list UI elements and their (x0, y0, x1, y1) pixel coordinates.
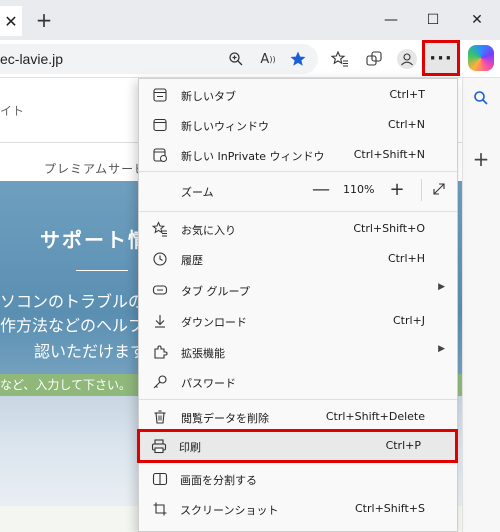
profile-icon[interactable] (395, 47, 419, 71)
menu-item-shortcut: Ctrl+Shift+O (353, 222, 425, 235)
url-text[interactable]: ec-lavie.jp (0, 51, 63, 67)
menu-item-shortcut: Ctrl+Shift+N (353, 148, 425, 161)
new-tab-button[interactable]: + (32, 8, 56, 32)
minimize-button[interactable]: — (376, 8, 406, 32)
new-tab-icon (151, 86, 169, 104)
menu-item-clear-browsing-data[interactable]: 閲覧データを削除 Ctrl+Shift+Delete (139, 402, 457, 432)
menu-item-split-screen[interactable]: 画面を分割する (139, 464, 457, 494)
menu-item-shortcut: Ctrl+Shift+Delete (325, 410, 425, 423)
hero-text-line2: 作方法などのヘルプ (0, 316, 145, 335)
menu-item-label: 閲覧データを削除 (181, 412, 269, 425)
zoom-level: 110% (343, 183, 375, 196)
screenshot-icon (151, 500, 169, 518)
site-header-text: イト (0, 104, 25, 118)
menu-item-label: 履歴 (181, 254, 203, 267)
menu-item-shortcut: Ctrl+H (387, 252, 425, 265)
settings-and-more-button[interactable]: ··· (422, 40, 460, 76)
menu-item-new-tab[interactable]: 新しいタブ Ctrl+T (139, 80, 457, 110)
favorite-star-icon[interactable] (286, 47, 310, 71)
history-icon (151, 250, 169, 268)
menu-item-shortcut: Ctrl+P (385, 439, 421, 452)
search-icon[interactable] (469, 86, 493, 110)
copilot-icon[interactable] (468, 45, 494, 71)
menu-item-inprivate[interactable]: 新しい InPrivate ウィンドウ Ctrl+Shift+N (139, 140, 457, 170)
download-icon (151, 312, 169, 330)
zoom-in-button[interactable]: + (385, 177, 409, 201)
menu-item-screenshot[interactable]: スクリーンショット Ctrl+Shift+S (139, 494, 457, 524)
read-aloud-icon[interactable]: A)) (256, 47, 280, 71)
menu-divider (139, 211, 457, 212)
favorites-icon[interactable] (328, 47, 352, 71)
print-icon (150, 437, 168, 455)
menu-item-shortcut: Ctrl+T (389, 88, 425, 101)
menu-item-print[interactable]: 印刷 Ctrl+P (137, 429, 458, 463)
hero-title: サポート情 (40, 228, 150, 252)
menu-item-new-window[interactable]: 新しいウィンドウ Ctrl+N (139, 110, 457, 140)
site-nav-text[interactable]: プレミアムサービ (44, 160, 147, 177)
zoom-icon[interactable] (224, 47, 248, 71)
collections-icon[interactable] (362, 47, 386, 71)
menu-item-label: 新しい InPrivate ウィンドウ (181, 150, 325, 163)
chevron-right-icon: ▶ (438, 282, 445, 292)
key-icon (151, 373, 169, 391)
hero-text-line3: 認いただけます (34, 342, 147, 361)
tab-groups-icon (151, 281, 169, 299)
menu-item-label: 新しいタブ (181, 90, 236, 103)
menu-item-label: パスワード (181, 377, 236, 390)
menu-item-label: タブ グループ (181, 285, 250, 298)
menu-item-favorites[interactable]: お気に入り Ctrl+Shift+O (139, 214, 457, 244)
extensions-icon (151, 343, 169, 361)
zoom-divider (421, 179, 422, 201)
split-screen-icon (151, 470, 169, 488)
menu-item-label: ダウンロード (181, 316, 247, 329)
search-hint-text[interactable]: など、入力して下さい。 (0, 376, 131, 393)
chevron-right-icon: ▶ (438, 344, 445, 354)
menu-item-shortcut: Ctrl+J (392, 314, 425, 327)
menu-item-extensions[interactable]: 拡張機能 ▶ (139, 337, 457, 367)
trash-icon (151, 408, 169, 426)
hero-divider (76, 270, 128, 271)
tab-close-button[interactable]: ✕ (0, 6, 22, 36)
add-sidebar-app-icon[interactable]: + (469, 147, 493, 171)
menu-item-history[interactable]: 履歴 Ctrl+H (139, 244, 457, 274)
menu-divider (139, 399, 457, 400)
favorites-icon (151, 220, 169, 238)
menu-item-tab-groups[interactable]: タブ グループ ▶ (139, 275, 457, 305)
close-window-button[interactable]: ✕ (462, 8, 492, 32)
hero-text-line1: ソコンのトラブルの (0, 292, 145, 311)
title-bar: ✕ + — ☐ ✕ (0, 0, 500, 40)
menu-item-label: スクリーンショット (180, 504, 279, 517)
menu-divider (139, 171, 457, 172)
menu-item-label: お気に入り (181, 224, 236, 237)
menu-item-downloads[interactable]: ダウンロード Ctrl+J (139, 306, 457, 336)
menu-item-label: 印刷 (179, 441, 201, 454)
menu-item-passwords[interactable]: パスワード (139, 367, 457, 397)
menu-item-shortcut: Ctrl+N (387, 118, 425, 131)
maximize-button[interactable]: ☐ (418, 8, 448, 32)
new-window-icon (151, 116, 169, 134)
menu-item-zoom: ズーム (139, 176, 457, 208)
menu-item-label: ズーム (181, 186, 214, 199)
zoom-out-button[interactable]: — (309, 177, 333, 201)
fullscreen-icon[interactable] (427, 177, 451, 201)
menu-item-shortcut: Ctrl+Shift+S (355, 502, 425, 515)
inprivate-icon (151, 146, 169, 164)
menu-item-label: 拡張機能 (181, 347, 225, 360)
menu-item-label: 新しいウィンドウ (181, 120, 269, 133)
menu-item-label: 画面を分割する (180, 474, 257, 487)
